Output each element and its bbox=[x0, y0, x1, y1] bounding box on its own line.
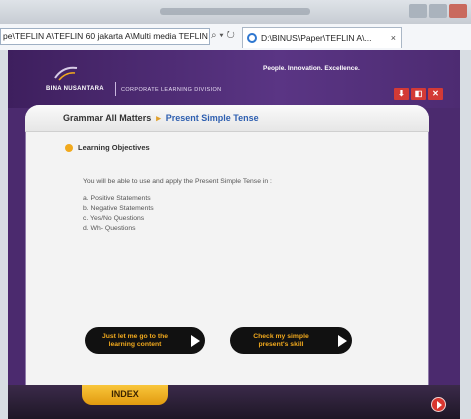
window-title-bar bbox=[0, 0, 471, 24]
tab-close-icon[interactable]: × bbox=[391, 28, 396, 48]
window-controls bbox=[409, 4, 467, 18]
go-to-learning-content-button[interactable]: Just let me go to the learning content bbox=[85, 327, 205, 354]
panel-header: Grammar All Matters ▸ Present Simple Tense bbox=[25, 105, 429, 132]
frame-right bbox=[460, 50, 471, 419]
objectives-intro: You will be able to use and apply the Pr… bbox=[83, 178, 272, 185]
tagline: People. Innovation. Excellence. bbox=[263, 65, 360, 72]
learning-label-line2: learning content bbox=[108, 340, 162, 348]
frame-left bbox=[0, 50, 8, 419]
learning-content-label: Just let me go to the learning content bbox=[85, 327, 185, 354]
next-arrow-icon bbox=[437, 401, 442, 409]
bottom-navigation-bar: INDEX bbox=[8, 385, 460, 419]
window-title-blur bbox=[160, 8, 310, 15]
objectives-list: a. Positive Statements b. Negative State… bbox=[83, 194, 154, 234]
play-arrow-icon bbox=[185, 327, 205, 354]
list-item: c. Yes/No Questions bbox=[83, 215, 145, 222]
address-bar-controls[interactable]: ⌕ ▾ ↻ bbox=[211, 30, 235, 41]
download-button[interactable]: ⬇ bbox=[394, 88, 409, 100]
next-button[interactable] bbox=[431, 397, 446, 412]
breadcrumb-root[interactable]: Grammar All Matters bbox=[63, 113, 151, 123]
browser-toolbar: pe\TEFLIN A\TEFLIN 60 jakarta A\Multi me… bbox=[0, 24, 471, 51]
breadcrumb: Grammar All Matters ▸ Present Simple Tense bbox=[63, 113, 259, 124]
browser-tab-title: D:\BINUS\Paper\TEFLIN A\... bbox=[261, 33, 372, 43]
check-skill-button[interactable]: Check my simple present's skill bbox=[230, 327, 352, 354]
division-label: CORPORATE LEARNING DIVISION bbox=[121, 87, 222, 93]
check-skill-label: Check my simple present's skill bbox=[230, 327, 332, 354]
objective-bullet-icon bbox=[65, 144, 73, 152]
breadcrumb-separator-icon: ▸ bbox=[156, 113, 161, 123]
logo-divider bbox=[115, 82, 116, 96]
learning-objectives-title: Learning Objectives bbox=[78, 143, 150, 152]
close-window-button[interactable] bbox=[449, 4, 467, 18]
skill-label-line2: present's skill bbox=[258, 340, 304, 348]
content-panel: Grammar All Matters ▸ Present Simple Tense… bbox=[25, 105, 429, 405]
minimize-button[interactable] bbox=[409, 4, 427, 18]
play-arrow-icon bbox=[332, 327, 352, 354]
index-tab[interactable]: INDEX bbox=[82, 385, 168, 405]
address-bar[interactable]: pe\TEFLIN A\TEFLIN 60 jakarta A\Multi me… bbox=[0, 28, 210, 45]
list-item: b. Negative Statements bbox=[83, 205, 154, 212]
learning-label-line1: Just let me go to the bbox=[101, 332, 169, 340]
ie-icon bbox=[247, 33, 257, 43]
window-button[interactable]: ◧ bbox=[411, 88, 426, 100]
header-controls: ⬇ ◧ ✕ bbox=[394, 88, 443, 100]
list-item: d. Wh- Questions bbox=[83, 225, 136, 232]
browser-tab[interactable]: D:\BINUS\Paper\TEFLIN A\... × bbox=[242, 27, 402, 48]
logo-text: BINA NUSANTARA bbox=[46, 86, 104, 92]
app-header: BINA NUSANTARA CORPORATE LEARNING DIVISI… bbox=[8, 50, 460, 108]
list-item: a. Positive Statements bbox=[83, 195, 151, 202]
exit-button[interactable]: ✕ bbox=[428, 88, 443, 100]
breadcrumb-current: Present Simple Tense bbox=[165, 113, 259, 123]
skill-label-line1: Check my simple bbox=[253, 332, 309, 340]
app-window: BINA NUSANTARA CORPORATE LEARNING DIVISI… bbox=[8, 50, 460, 419]
maximize-button[interactable] bbox=[429, 4, 447, 18]
binus-logo-icon bbox=[54, 66, 78, 81]
